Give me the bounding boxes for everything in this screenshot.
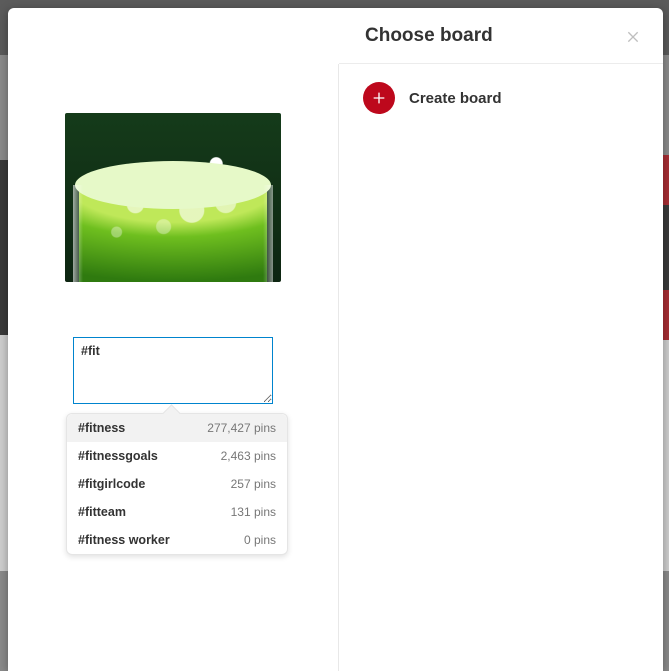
hashtag-suggestion[interactable]: #fitnessgoals 2,463 pins	[67, 442, 287, 470]
hashtag-suggestion-count: 131 pins	[231, 505, 276, 519]
hashtag-suggestion-tag: #fitness worker	[78, 533, 170, 547]
hashtag-suggestion-tag: #fitteam	[78, 505, 126, 519]
hashtag-suggestion-tag: #fitnessgoals	[78, 449, 158, 463]
create-board-button[interactable]: Create board	[339, 64, 663, 132]
hashtag-suggestion[interactable]: #fitgirlcode 257 pins	[67, 470, 287, 498]
hashtag-suggestion-popover: #fitness 277,427 pins #fitnessgoals 2,463 p…	[66, 413, 288, 555]
close-button[interactable]	[623, 26, 643, 46]
hashtag-suggestion[interactable]: #fitteam 131 pins	[67, 498, 287, 526]
hashtag-suggestion-tag: #fitness	[78, 421, 125, 435]
board-picker-pane: Choose board Create board	[339, 8, 663, 671]
choose-board-title: Choose board	[365, 25, 493, 47]
hashtag-suggestion[interactable]: #fitness worker 0 pins	[67, 526, 287, 554]
hashtag-suggestion[interactable]: #fitness 277,427 pins	[67, 414, 287, 442]
pin-preview-pane: #fitness 277,427 pins #fitnessgoals 2,463 p…	[8, 8, 338, 671]
hashtag-suggestion-count: 0 pins	[244, 533, 276, 547]
plus-icon	[363, 82, 395, 114]
hashtag-suggestion-count: 2,463 pins	[221, 449, 276, 463]
create-board-label: Create board	[409, 90, 502, 107]
close-icon	[625, 28, 641, 44]
save-pin-modal: #fitness 277,427 pins #fitnessgoals 2,463 p…	[8, 8, 663, 671]
pin-image-preview	[65, 113, 281, 282]
description-input[interactable]	[73, 337, 273, 404]
hashtag-suggestion-count: 257 pins	[231, 477, 276, 491]
board-picker-header: Choose board	[339, 8, 663, 64]
description-area: #fitness277,427 pins#fitnessgoals2,463 p…	[73, 337, 273, 409]
hashtag-suggestion-count: 277,427 pins	[207, 421, 276, 435]
hashtag-suggestion-tag: #fitgirlcode	[78, 477, 145, 491]
